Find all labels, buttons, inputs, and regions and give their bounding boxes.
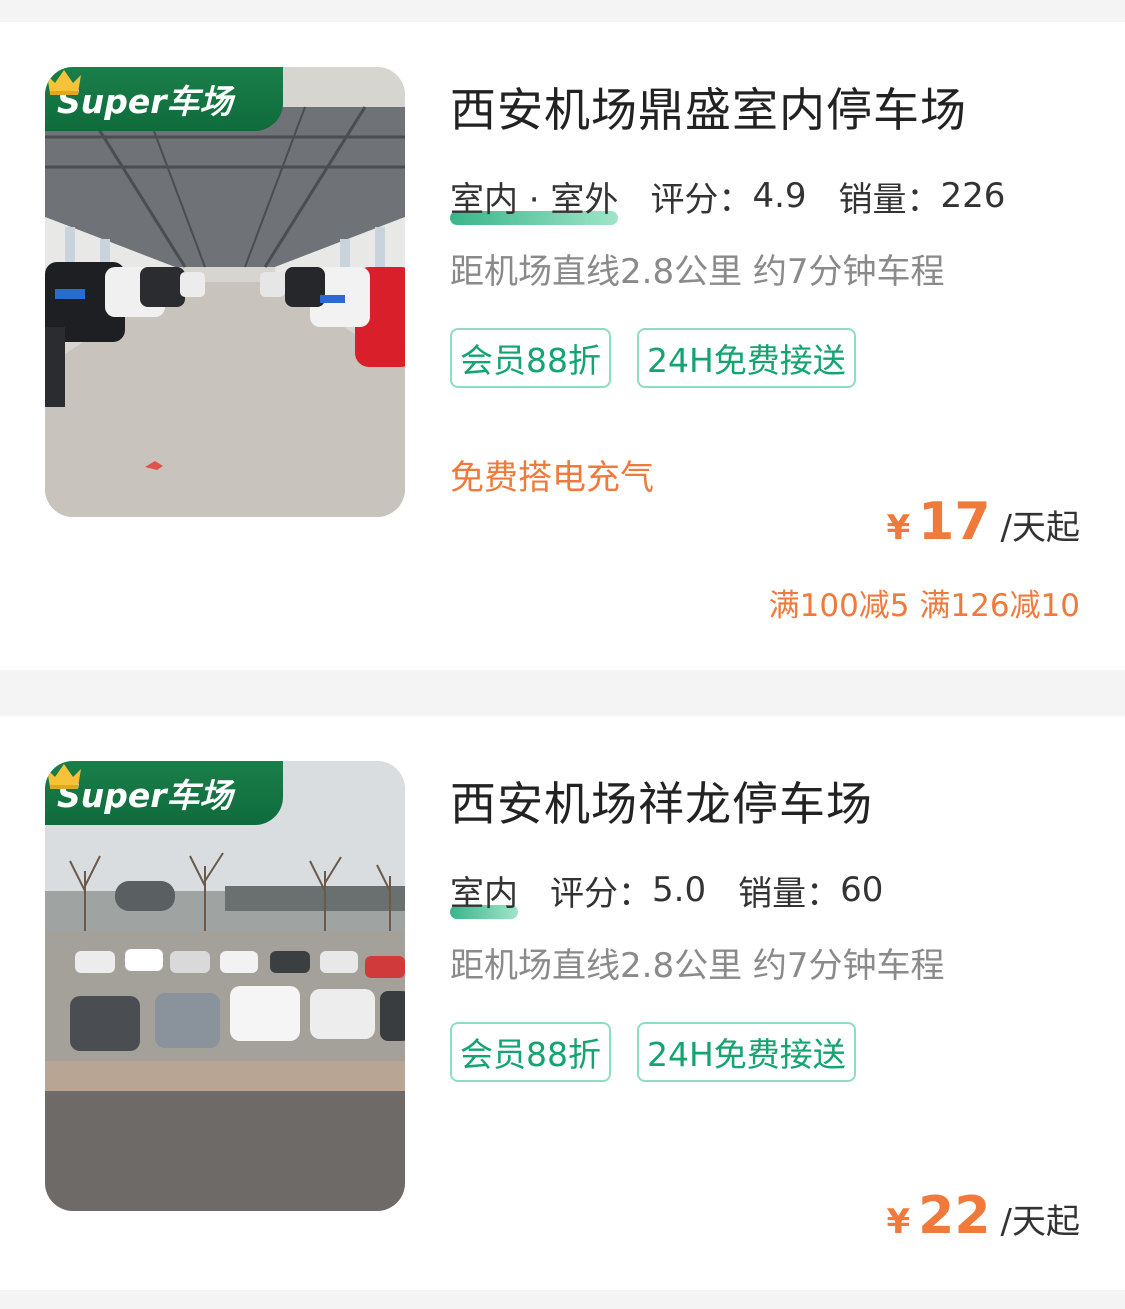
type-label: 室内	[450, 873, 518, 914]
shuttle-tag: 24H免费接送	[637, 328, 856, 388]
shuttle-tag: 24H免费接送	[637, 1022, 856, 1082]
parking-type: 室内	[450, 866, 518, 919]
rating-value: 5.0	[652, 870, 707, 910]
distance-text: 距机场直线2.8公里 约7分钟车程	[450, 946, 945, 986]
parking-title[interactable]: 西安机场鼎盛室内停车场	[450, 74, 967, 140]
price-currency: ¥	[886, 1202, 911, 1242]
price-unit: /天起	[1000, 1202, 1080, 1242]
parking-photo[interactable]: Super车场	[45, 761, 405, 1211]
price: ¥ 22 /天起	[886, 1186, 1080, 1246]
indoor-garage-image	[45, 67, 405, 517]
super-lot-badge: Super车场	[45, 67, 283, 131]
super-lot-label: Super车场	[57, 776, 233, 815]
crown-icon	[47, 70, 81, 95]
sales-label: 销量：	[738, 873, 841, 914]
parking-list: Super车场 西安机场鼎盛室内停车场 室内 · 室外 评分： 4.9 销量： …	[0, 0, 1125, 1309]
price-unit: /天起	[1000, 508, 1080, 548]
price-value: 22	[918, 1186, 991, 1246]
parking-photo[interactable]: Super车场	[45, 67, 405, 517]
parking-meta: 室内 评分： 5.0 销量： 60	[450, 866, 884, 919]
outdoor-lot-image	[45, 761, 405, 1211]
price-value: 17	[918, 492, 991, 552]
sales-value: 226	[940, 176, 1006, 216]
parking-card[interactable]: Super车场 西安机场鼎盛室内停车场 室内 · 室外 评分： 4.9 销量： …	[0, 22, 1125, 670]
member-discount-tag: 会员88折	[450, 328, 611, 388]
feature-tags: 会员88折 24H免费接送	[450, 1022, 882, 1082]
service-text: 免费搭电充气	[450, 458, 654, 498]
parking-title[interactable]: 西安机场祥龙停车场	[450, 768, 873, 834]
super-lot-badge: Super车场	[45, 761, 283, 825]
promo-text: 满100减5 满126减10	[768, 588, 1080, 624]
parking-card[interactable]: Super车场 西安机场祥龙停车场 室内 评分： 5.0 销量： 60 距机场直…	[0, 716, 1125, 1290]
type-label: 室内 · 室外	[450, 179, 619, 220]
sales-value: 60	[840, 870, 884, 910]
rating-label: 评分：	[550, 873, 652, 914]
price-currency: ¥	[886, 508, 911, 548]
parking-meta: 室内 · 室外 评分： 4.9 销量： 226	[450, 172, 1006, 225]
sales-label: 销量：	[838, 179, 941, 220]
member-discount-tag: 会员88折	[450, 1022, 611, 1082]
super-lot-label: Super车场	[57, 82, 233, 121]
price: ¥ 17 /天起	[886, 492, 1080, 552]
crown-icon	[47, 764, 81, 789]
rating-value: 4.9	[752, 176, 807, 216]
distance-text: 距机场直线2.8公里 约7分钟车程	[450, 252, 945, 292]
parking-type: 室内 · 室外	[450, 172, 619, 225]
rating-label: 评分：	[650, 179, 753, 220]
feature-tags: 会员88折 24H免费接送	[450, 328, 882, 388]
